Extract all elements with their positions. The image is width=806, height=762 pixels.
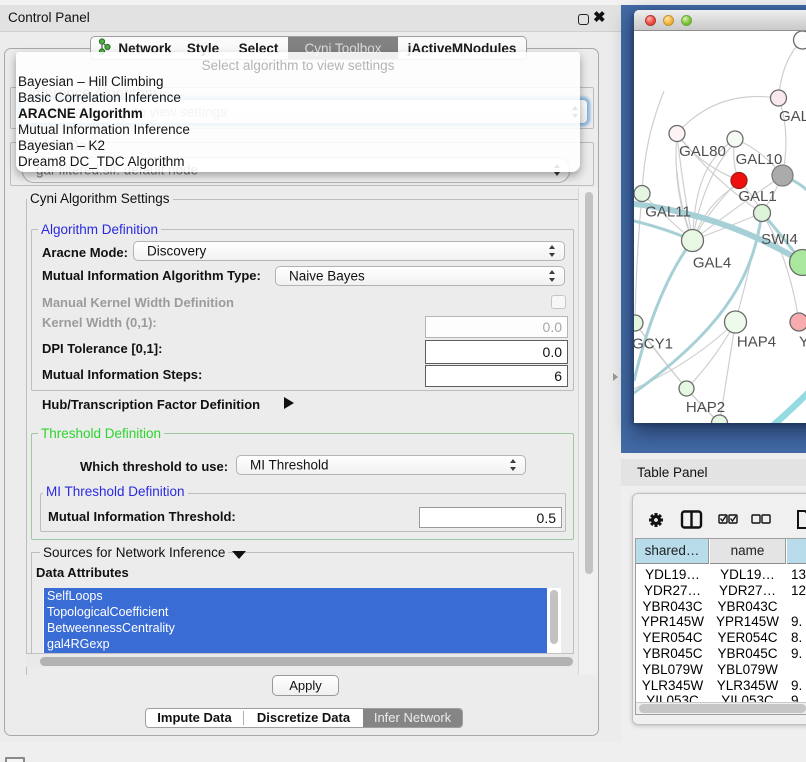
svg-text:GAL80: GAL80 <box>679 143 726 160</box>
svg-text:GAL1: GAL1 <box>738 188 776 205</box>
svg-text:GAL7: GAL7 <box>779 108 806 125</box>
svg-text:SWI4: SWI4 <box>761 231 798 248</box>
svg-text:YL: YL <box>799 334 806 351</box>
svg-text:GAL10: GAL10 <box>736 151 783 168</box>
svg-text:GAL4: GAL4 <box>693 255 731 272</box>
svg-text:HAP4: HAP4 <box>737 334 776 351</box>
svg-text:GCY1: GCY1 <box>634 336 673 353</box>
svg-text:GAL11: GAL11 <box>645 204 691 221</box>
svg-text:HAP2: HAP2 <box>686 399 725 416</box>
